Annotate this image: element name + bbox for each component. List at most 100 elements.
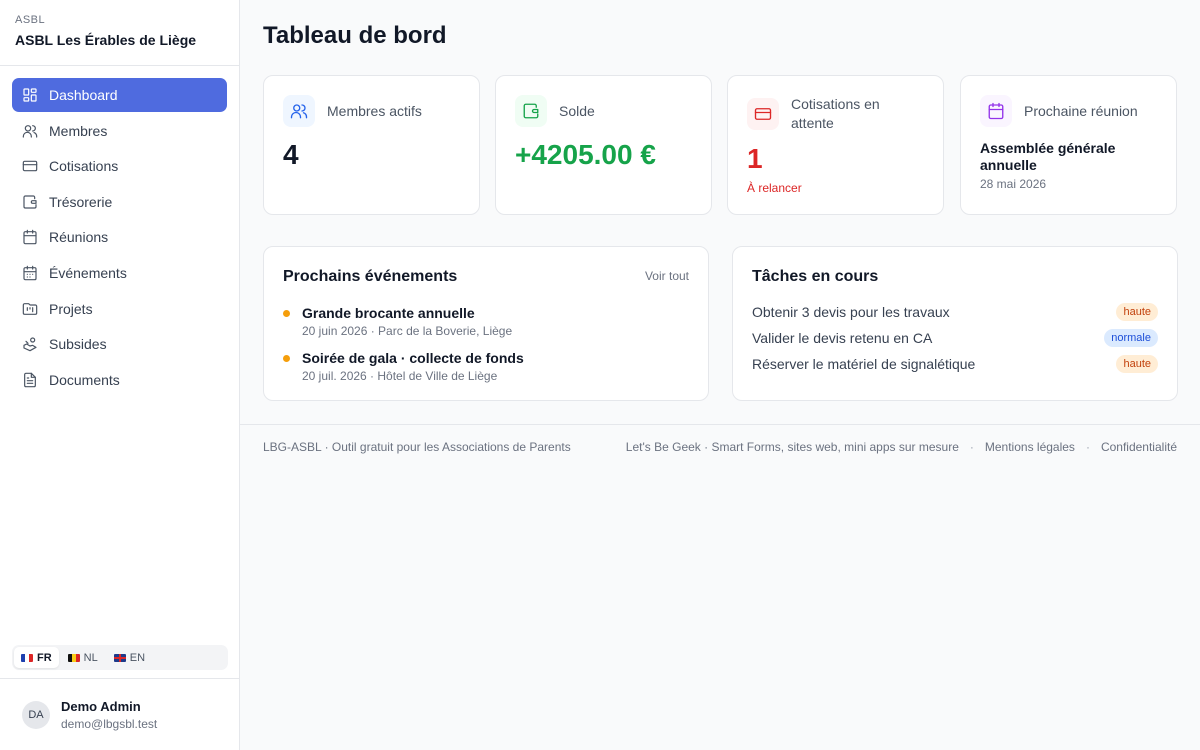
sidebar-item-subsides[interactable]: Subsides [12, 327, 227, 361]
sidebar-item-label: Subsides [49, 336, 107, 353]
footer-links: Let's Be Geek · Smart Forms, sites web, … [626, 440, 1177, 454]
stat-header: Prochaine réunion [980, 95, 1138, 127]
sidebar-item-dashboard[interactable]: Dashboard [12, 78, 227, 112]
footer-separator: · [969, 440, 974, 454]
priority-badge: haute [1116, 303, 1158, 321]
task-text: Obtenir 3 devis pour les travaux [752, 304, 950, 320]
task-item[interactable]: Valider le devis retenu en CA normale [752, 329, 1158, 347]
sidebar-item-label: Cotisations [49, 158, 119, 175]
hand-coins-icon [22, 336, 38, 352]
task-item[interactable]: Obtenir 3 devis pour les travaux haute [752, 303, 1158, 321]
stat-value: 1 [747, 143, 763, 174]
stat-value: +4205.00 € [515, 139, 656, 170]
sidebar-item-membres[interactable]: Membres [12, 114, 227, 148]
uk-flag-icon [113, 653, 126, 662]
user-profile[interactable]: DA Demo Admin demo@lbgsbl.test [0, 678, 239, 750]
footer: LBG-ASBL · Outil gratuit pour les Associ… [263, 440, 1177, 454]
footer-divider [240, 424, 1200, 425]
task-text: Valider le devis retenu en CA [752, 330, 933, 346]
priority-badge: normale [1104, 329, 1158, 347]
stat-label: Membres actifs [327, 102, 422, 119]
stat-header: Cotisations en attente [747, 95, 901, 133]
sidebar-item-label: Documents [49, 371, 120, 388]
sidebar-item-documents[interactable]: Documents [12, 363, 227, 397]
footer-tagline: LBG-ASBL · Outil gratuit pour les Associ… [263, 440, 571, 454]
sidebar-nav: Dashboard Membres Cotisations Trésorerie… [0, 66, 239, 398]
list-item[interactable]: Grande brocante annuelle 20 juin 2026 · … [283, 305, 512, 338]
main-content: Tableau de bord Membres actifs 4 Solde +… [240, 0, 1200, 750]
sidebar-item-cotisations[interactable]: Cotisations [12, 149, 227, 183]
france-flag-icon [21, 653, 33, 662]
meeting-date: 28 mai 2026 [980, 177, 1047, 191]
lang-label: EN [129, 651, 146, 664]
lang-en-button[interactable]: EN [107, 647, 152, 668]
sidebar-item-tresorerie[interactable]: Trésorerie [12, 185, 227, 219]
stat-label: Cotisations en attente [791, 96, 880, 131]
lang-nl-button[interactable]: NL [61, 647, 105, 668]
stat-label: Prochaine réunion [1024, 102, 1138, 119]
event-content: Soirée de gala · collecte de fonds 20 ju… [302, 350, 524, 383]
users-icon [22, 123, 38, 139]
user-email: demo@lbgsbl.test [61, 716, 158, 731]
file-text-icon [22, 372, 38, 388]
sidebar: ASBL ASBL Les Érables de Liège Dashboard… [0, 0, 240, 750]
list-item[interactable]: Soirée de gala · collecte de fonds 20 ju… [283, 350, 524, 383]
sidebar-item-label: Réunions [49, 229, 109, 246]
stat-label: Solde [559, 102, 595, 119]
folder-icon [22, 301, 38, 317]
event-dot [283, 355, 290, 362]
event-title: Soirée de gala · collecte de fonds [302, 350, 524, 366]
footer-link-mentions[interactable]: Mentions légales [985, 440, 1075, 454]
panel-title: Tâches en cours [752, 268, 879, 285]
stat-card-meeting: Prochaine réunion Assemblée générale ann… [960, 75, 1177, 215]
footer-separator: · [1085, 440, 1090, 454]
language-switcher: FR NL EN [12, 645, 228, 670]
org-name: ASBL Les Érables de Liège [15, 32, 197, 48]
footer-link-privacy[interactable]: Confidentialité [1101, 440, 1177, 454]
event-dot [283, 310, 290, 317]
sidebar-item-label: Événements [49, 264, 127, 281]
org-header: ASBL ASBL Les Érables de Liège [0, 0, 239, 66]
event-meta: 20 juil. 2026 · Hôtel de Ville de Liège [302, 369, 498, 383]
sidebar-item-label: Trésorerie [49, 193, 113, 210]
stat-subtext: À relancer [747, 181, 802, 195]
panel-title: Prochains événements [283, 268, 458, 285]
grid-icon [22, 87, 38, 103]
event-content: Grande brocante annuelle 20 juin 2026 · … [302, 305, 512, 338]
sidebar-item-reunions[interactable]: Réunions [12, 220, 227, 254]
footer-link-letsbegeek[interactable]: Let's Be Geek · Smart Forms, sites web, … [626, 440, 959, 454]
sidebar-item-label: Dashboard [49, 87, 118, 103]
user-name: Demo Admin [61, 698, 141, 714]
belgium-flag-icon [67, 653, 80, 662]
sidebar-item-label: Projets [49, 300, 93, 317]
page-title: Tableau de bord [263, 22, 447, 49]
org-kicker: ASBL [15, 14, 46, 26]
event-meta: 20 juin 2026 · Parc de la Boverie, Liège [302, 324, 513, 338]
credit-card-icon [22, 158, 38, 174]
lang-fr-button[interactable]: FR [14, 647, 59, 668]
credit-card-icon [747, 98, 779, 130]
priority-badge: haute [1116, 355, 1158, 373]
wallet-icon [22, 194, 38, 210]
lang-label: FR [37, 651, 52, 664]
calendar-icon [980, 95, 1012, 127]
sidebar-item-evenements[interactable]: Événements [12, 256, 227, 290]
users-icon [283, 95, 315, 127]
wallet-icon [515, 95, 547, 127]
sidebar-item-projets[interactable]: Projets [12, 292, 227, 326]
tasks-panel: Tâches en cours Obtenir 3 devis pour les… [732, 246, 1178, 401]
stat-card-balance: Solde +4205.00 € [495, 75, 712, 215]
avatar: DA [22, 700, 50, 729]
sidebar-item-label: Membres [49, 122, 108, 139]
event-title: Grande brocante annuelle [302, 305, 475, 321]
user-info: Demo Admin demo@lbgsbl.test [61, 699, 157, 731]
task-text: Réserver le matériel de signalétique [752, 356, 976, 372]
task-item[interactable]: Réserver le matériel de signalétique hau… [752, 355, 1158, 373]
calendar-icon [22, 229, 38, 245]
meeting-title: Assemblée générale annuelle [980, 140, 1116, 173]
stat-header: Membres actifs [283, 95, 422, 127]
view-all-link[interactable]: Voir tout [645, 269, 689, 283]
stat-value: 4 [283, 139, 299, 170]
stat-header: Solde [515, 95, 595, 127]
lang-label: NL [83, 651, 98, 664]
